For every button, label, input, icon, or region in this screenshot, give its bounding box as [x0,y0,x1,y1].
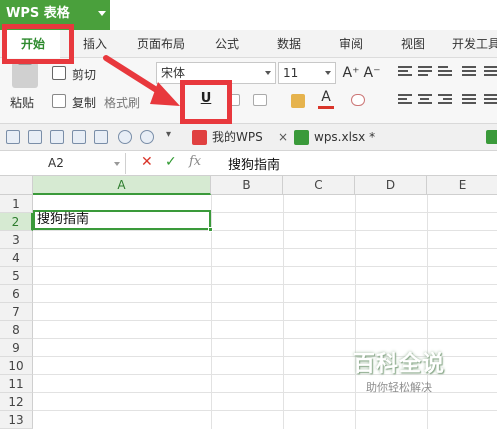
tab-review[interactable]: 审阅 [328,30,374,58]
cancel-icon[interactable]: ✕ [141,154,153,170]
column-header-e[interactable]: E [427,176,497,195]
merge-cells-icon[interactable] [484,66,497,78]
quick-access-toolbar: ▾ 我的WPS × wps.xlsx * [0,124,497,151]
highlight-box-home-tab [2,24,74,64]
app-name: WPS 表格 [6,6,70,21]
close-icon[interactable]: × [278,126,288,148]
fill-color-icon[interactable] [291,94,305,108]
spreadsheet-icon [294,130,309,145]
customize-toolbar-icon[interactable]: ▾ [166,129,176,143]
name-box[interactable]: A2 [0,153,126,174]
cell-border-icon[interactable] [253,94,267,106]
watermark: 百科全说 助你轻松解决 [336,350,462,404]
column-header-b[interactable]: B [211,176,283,195]
distributed-align-icon[interactable] [484,94,497,106]
gridline [33,410,497,411]
print-icon[interactable] [72,130,86,144]
formula-bar: A2 ✕ ✓ fx 搜狗指南 [0,151,497,176]
fill-handle[interactable] [208,227,213,232]
row-header[interactable]: 3 [0,231,33,249]
gridline [33,248,497,249]
align-right-icon[interactable] [438,94,452,106]
row-header[interactable]: 8 [0,321,33,339]
row-header[interactable]: 7 [0,303,33,321]
redo-icon[interactable] [140,130,154,144]
tab-developer[interactable]: 开发工具 [448,30,497,58]
chevron-down-icon [265,71,271,75]
copy-icon [52,94,66,108]
chevron-down-icon [98,11,106,16]
gridline [33,320,497,321]
wrap-text-icon[interactable] [462,66,476,78]
cut-button[interactable]: 剪切 [72,66,96,83]
row-header[interactable]: 2 [0,213,33,231]
cell-a2[interactable]: 搜狗指南 [33,210,213,232]
paste-icon[interactable] [12,60,38,88]
row-header[interactable]: 1 [0,195,33,213]
font-size-value: 11 [283,66,299,80]
row-header[interactable]: 11 [0,375,33,393]
doc-tab-my-wps[interactable]: 我的WPS × [190,126,288,150]
row-header[interactable]: 10 [0,357,33,375]
doc-tab-label: 我的WPS [212,130,263,144]
tab-formulas[interactable]: 公式 [204,30,250,58]
gridline [33,230,497,231]
font-size-select[interactable]: 11 [278,62,336,84]
title-bar: WPS 表格 [0,0,497,30]
row-header[interactable]: 6 [0,285,33,303]
name-box-value: A2 [48,156,64,170]
new-tab-icon[interactable] [486,130,497,144]
align-left-icon[interactable] [398,94,412,106]
chevron-down-icon [114,162,120,166]
row-header[interactable]: 4 [0,249,33,267]
chevron-down-icon [325,71,331,75]
scissors-icon [52,66,66,80]
red-arrow-icon [103,55,180,106]
align-middle-icon[interactable] [418,66,432,78]
gridline [33,338,497,339]
align-center-icon[interactable] [418,94,432,106]
copy-button[interactable]: 复制 [72,94,96,111]
watermark-title: 百科全说 [352,352,445,377]
save-icon[interactable] [28,130,42,144]
export-pdf-icon[interactable] [50,130,64,144]
row-header[interactable]: 5 [0,267,33,285]
confirm-icon[interactable]: ✓ [165,154,177,170]
tab-data[interactable]: 数据 [266,30,312,58]
align-top-icon[interactable] [398,66,412,78]
row-header[interactable]: 13 [0,411,33,429]
undo-icon[interactable] [118,130,132,144]
eraser-icon[interactable] [351,94,365,106]
doc-tab-wps-xlsx[interactable]: wps.xlsx * [292,126,412,150]
row-header[interactable]: 12 [0,393,33,411]
font-color-button[interactable]: A [318,88,334,109]
tab-view[interactable]: 视图 [390,30,436,58]
insert-function-button[interactable]: fx [189,154,201,169]
decrease-font-button[interactable]: A⁻ [363,63,381,83]
row-header[interactable]: 9 [0,339,33,357]
paste-button[interactable]: 粘贴 [10,94,34,111]
column-header-a[interactable]: A [33,176,211,195]
increase-font-button[interactable]: A⁺ [342,63,360,83]
new-file-icon[interactable] [6,130,20,144]
formula-input[interactable]: 搜狗指南 [228,154,280,173]
column-header-c[interactable]: C [283,176,355,195]
wps-logo-icon [192,130,207,145]
align-bottom-icon[interactable] [438,66,452,78]
gridline [33,302,497,303]
justify-icon[interactable] [462,94,476,106]
gridline [33,284,497,285]
select-all-corner[interactable] [0,176,33,195]
doc-tab-label: wps.xlsx * [314,130,376,144]
ribbon-home: 粘贴 剪切 复制 格式刷 宋体 11 A⁺ A⁻ B U A [0,58,497,124]
print-preview-icon[interactable] [94,130,108,144]
watermark-subtitle: 助你轻松解决 [366,381,432,394]
column-header-d[interactable]: D [355,176,427,195]
gridline [33,266,497,267]
ribbon-tab-bar: 开始 插入 页面布局 公式 数据 审阅 视图 开发工具 [0,30,497,58]
cell-a2-value: 搜狗指南 [37,212,90,227]
